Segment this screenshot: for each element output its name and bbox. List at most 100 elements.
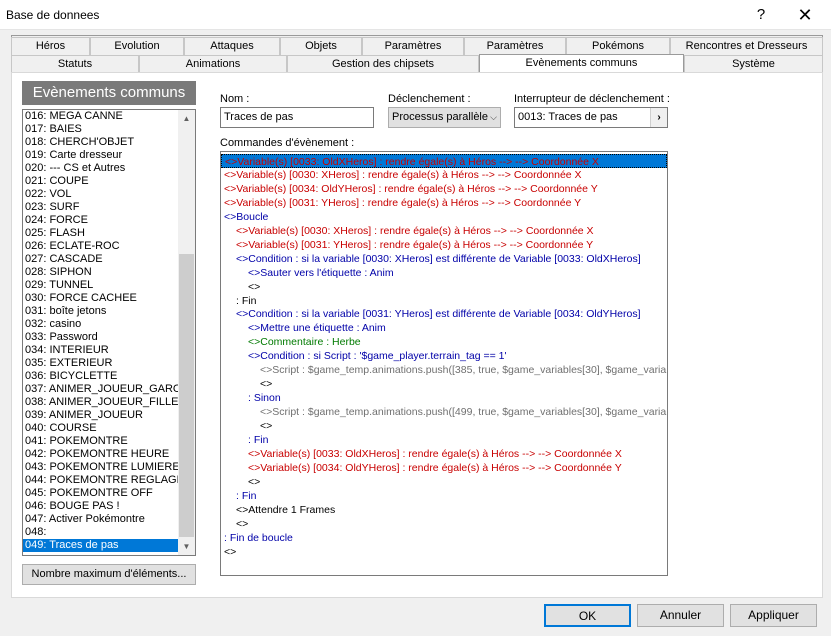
command-row[interactable]: <> bbox=[221, 377, 272, 391]
command-row[interactable]: <> bbox=[221, 475, 260, 489]
command-row[interactable]: <>Mettre une étiquette : Anim bbox=[221, 321, 386, 335]
list-item[interactable]: 045: POKEMONTRE OFF bbox=[23, 487, 179, 500]
command-row[interactable]: <>Variable(s) [0030: XHeros] : rendre ég… bbox=[221, 168, 582, 182]
list-item[interactable]: 023: SURF bbox=[23, 201, 179, 214]
command-row[interactable]: <>Commentaire : Herbe bbox=[221, 335, 361, 349]
commands-list[interactable]: <>Variable(s) [0033: OldXHeros] : rendre… bbox=[220, 151, 668, 576]
list-item[interactable]: 038: ANIMER_JOUEUR_FILLE bbox=[23, 396, 179, 409]
scroll-up-icon[interactable]: ▲ bbox=[178, 110, 195, 127]
command-row[interactable]: <> bbox=[221, 545, 236, 559]
list-item[interactable]: 029: TUNNEL bbox=[23, 279, 179, 292]
common-events-list[interactable]: 016: MEGA CANNE 017: BAIES 018: CHERCH'OBJ… bbox=[22, 109, 196, 556]
tab-parametres-2[interactable]: Paramètres bbox=[464, 37, 566, 55]
list-item[interactable]: 040: COURSE bbox=[23, 422, 179, 435]
command-row[interactable]: : Sinon bbox=[221, 391, 281, 405]
window-title: Base de donnees bbox=[6, 8, 100, 22]
list-item[interactable]: 030: FORCE CACHEE bbox=[23, 292, 179, 305]
name-label: Nom : bbox=[220, 93, 250, 105]
tab-row-2: Statuts Animations Gestion des chipsets … bbox=[11, 54, 823, 73]
trigger-select[interactable]: Processus parallèle ⌵ bbox=[388, 107, 501, 128]
list-item[interactable]: 024: FORCE bbox=[23, 214, 179, 227]
command-row[interactable]: <>Variable(s) [0034: OldYHeros] : rendre… bbox=[221, 461, 622, 475]
tab-pokemons[interactable]: Pokémons bbox=[566, 37, 670, 55]
command-row[interactable]: <>Boucle bbox=[221, 210, 268, 224]
list-item[interactable]: 020: --- CS et Autres bbox=[23, 162, 179, 175]
commands-label: Commandes d'évènement : bbox=[220, 137, 355, 149]
list-item[interactable]: 036: BICYCLETTE bbox=[23, 370, 179, 383]
list-item[interactable]: 018: CHERCH'OBJET bbox=[23, 136, 179, 149]
list-item[interactable]: 043: POKEMONTRE LUMIERE bbox=[23, 461, 179, 474]
list-item[interactable]: 035: EXTERIEUR bbox=[23, 357, 179, 370]
tab-evolution[interactable]: Evolution bbox=[90, 37, 184, 55]
tab-rencontres-dresseurs[interactable]: Rencontres et Dresseurs bbox=[670, 37, 823, 55]
command-row[interactable]: : Fin bbox=[221, 433, 268, 447]
command-row[interactable]: <>Variable(s) [0033: OldXHeros] : rendre… bbox=[221, 447, 622, 461]
command-row[interactable]: <>Script : $game_temp.animations.push([4… bbox=[221, 405, 666, 419]
help-icon[interactable]: ? bbox=[741, 0, 781, 30]
apply-button[interactable]: Appliquer bbox=[730, 604, 817, 627]
list-item[interactable]: 016: MEGA CANNE bbox=[23, 110, 179, 123]
tab-heros[interactable]: Héros bbox=[11, 37, 90, 55]
scroll-down-icon[interactable]: ▼ bbox=[178, 538, 195, 555]
list-item[interactable]: 017: BAIES bbox=[23, 123, 179, 136]
chevron-right-icon[interactable]: › bbox=[650, 108, 667, 127]
list-item[interactable]: 047: Activer Pokémontre bbox=[23, 513, 179, 526]
command-row[interactable]: : Fin de boucle bbox=[221, 531, 293, 545]
command-row[interactable]: <>Variable(s) [0031: YHeros] : rendre ég… bbox=[221, 238, 593, 252]
list-item[interactable]: 032: casino bbox=[23, 318, 179, 331]
command-row[interactable]: <>Condition : si la variable [0031: YHer… bbox=[221, 307, 641, 321]
switch-field[interactable]: 0013: Traces de pas › bbox=[514, 107, 668, 128]
tab-attaques[interactable]: Attaques bbox=[184, 37, 280, 55]
command-row[interactable]: <>Condition : si Script : '$game_player.… bbox=[221, 349, 507, 363]
list-item[interactable]: 034: INTERIEUR bbox=[23, 344, 179, 357]
list-item[interactable]: 041: POKEMONTRE bbox=[23, 435, 179, 448]
list-item[interactable]: 019: Carte dresseur bbox=[23, 149, 179, 162]
list-item[interactable]: 031: boîte jetons bbox=[23, 305, 179, 318]
command-row[interactable]: : Fin bbox=[221, 489, 256, 503]
name-input[interactable]: Traces de pas bbox=[220, 107, 374, 128]
list-item[interactable]: 044: POKEMONTRE REGLAGE bbox=[23, 474, 179, 487]
command-row[interactable]: <> bbox=[221, 517, 248, 531]
command-row[interactable]: <>Condition : si la variable [0030: XHer… bbox=[221, 252, 641, 266]
max-elements-button[interactable]: Nombre maximum d'éléments... bbox=[22, 564, 196, 585]
tab-parametres-1[interactable]: Paramètres bbox=[362, 37, 464, 55]
command-row[interactable]: <> bbox=[221, 280, 260, 294]
command-row[interactable]: <>Sauter vers l'étiquette : Anim bbox=[221, 266, 394, 280]
command-row[interactable]: <>Script : $game_temp.animations.push([3… bbox=[221, 363, 666, 377]
tab-animations[interactable]: Animations bbox=[139, 55, 287, 73]
cancel-button[interactable]: Annuler bbox=[637, 604, 724, 627]
command-row[interactable]: <>Variable(s) [0034: OldYHeros] : rendre… bbox=[221, 182, 598, 196]
chevron-down-icon: ⌵ bbox=[490, 112, 497, 122]
list-item[interactable]: 039: ANIMER_JOUEUR bbox=[23, 409, 179, 422]
tab-gestion-chipsets[interactable]: Gestion des chipsets bbox=[287, 55, 479, 73]
command-row[interactable]: <>Variable(s) [0033: OldXHeros] : rendre… bbox=[221, 154, 667, 168]
tab-evenements-communs[interactable]: Evènements communs bbox=[479, 54, 684, 73]
list-item[interactable]: 021: COUPE bbox=[23, 175, 179, 188]
list-item[interactable]: 025: FLASH bbox=[23, 227, 179, 240]
common-events-items: 016: MEGA CANNE 017: BAIES 018: CHERCH'OBJ… bbox=[23, 110, 179, 552]
tab-systeme[interactable]: Système bbox=[684, 55, 823, 73]
switch-label: Interrupteur de déclenchement : bbox=[514, 93, 670, 105]
command-row[interactable]: <>Variable(s) [0031: YHeros] : rendre ég… bbox=[221, 196, 581, 210]
ok-button[interactable]: OK bbox=[544, 604, 631, 627]
command-row[interactable]: <> bbox=[221, 419, 272, 433]
command-row[interactable]: : Fin bbox=[221, 294, 256, 308]
command-row[interactable]: <>Variable(s) [0030: XHeros] : rendre ég… bbox=[221, 224, 594, 238]
close-icon[interactable]: ✕ bbox=[785, 0, 825, 30]
list-item[interactable]: 026: ECLATE-ROC bbox=[23, 240, 179, 253]
scroll-thumb[interactable] bbox=[179, 254, 194, 537]
command-row[interactable]: <>Attendre 1 Frames bbox=[221, 503, 335, 517]
list-item[interactable]: 048: bbox=[23, 526, 179, 539]
list-item[interactable]: 046: BOUGE PAS ! bbox=[23, 500, 179, 513]
list-item[interactable]: 037: ANIMER_JOUEUR_GARC bbox=[23, 383, 179, 396]
list-item[interactable]: 022: VOL bbox=[23, 188, 179, 201]
tab-statuts[interactable]: Statuts bbox=[11, 55, 139, 73]
list-item[interactable]: 049: Traces de pas bbox=[23, 539, 179, 552]
list-scrollbar[interactable]: ▲ ▼ bbox=[178, 110, 195, 555]
list-item[interactable]: 028: SIPHON bbox=[23, 266, 179, 279]
tab-objets[interactable]: Objets bbox=[280, 37, 362, 55]
list-item[interactable]: 033: Password bbox=[23, 331, 179, 344]
list-item[interactable]: 027: CASCADE bbox=[23, 253, 179, 266]
list-header: Evènements communs bbox=[22, 81, 196, 105]
list-item[interactable]: 042: POKEMONTRE HEURE bbox=[23, 448, 179, 461]
